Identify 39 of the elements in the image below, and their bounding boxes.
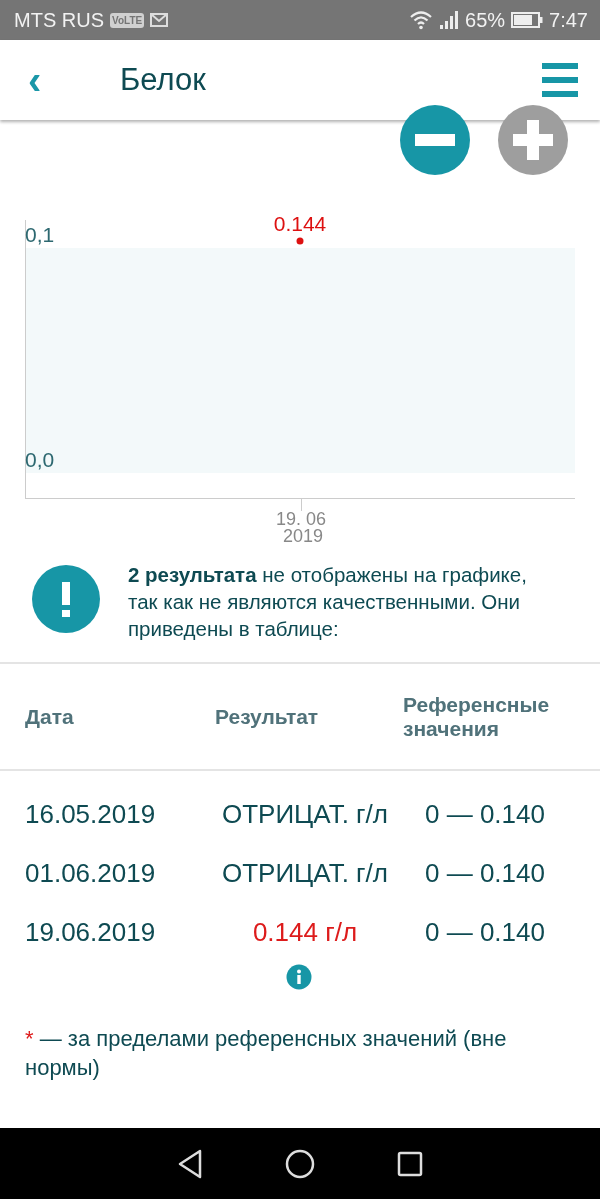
reference-cell-text: 0 — 0.140 [424,917,546,948]
column-header: Дата [25,704,75,729]
battery-percent: 65% [465,8,506,32]
mail-icon [150,13,169,27]
battery-icon [511,12,544,28]
recents-icon[interactable] [397,1150,423,1177]
reference-cell-text: 0 — 0.140 [424,858,546,889]
date-cell-text: 01.06.2019 [25,858,157,889]
y-axis-label: 0,1 [25,223,55,246]
page-title: Белок [120,62,207,98]
warning-icon [32,565,100,633]
back-button[interactable]: ‹ [28,60,68,100]
data-label: 0.144 [273,215,327,235]
carrier-name: MTS RUS [14,8,104,32]
result-cell-text: 0.144 г/л [251,917,359,948]
result-cell-text: ОТРИЦАТ. г/л [221,799,389,830]
column-header: Референсные значения [403,692,551,741]
wifi-icon [409,10,434,30]
y-axis-label: 0,0 [25,448,55,471]
date-cell-text: 19.06.2019 [25,917,157,948]
signal-icon [439,11,460,29]
x-tick-label: 19. 06 [276,509,326,529]
back-nav-icon[interactable] [177,1148,203,1179]
home-icon[interactable] [285,1148,315,1179]
menu-button[interactable] [542,63,578,97]
x-tick [301,497,302,512]
x-tick-label: 2019 [283,526,323,545]
info-icon[interactable] [286,964,312,990]
date-cell-text: 16.05.2019 [25,799,157,830]
minus-icon [415,134,455,146]
volte-badge: VoLTE [110,12,145,28]
data-point [296,237,304,245]
reference-cell-text: 0 — 0.140 [424,799,546,830]
footnote-text: * — за пределами референсных значений (вне нормы) [25,1025,508,1082]
result-cell-text: ОТРИЦАТ. г/л [221,858,389,889]
plus-icon [513,120,553,160]
column-header: Результат [215,704,320,729]
clock: 7:47 [549,8,588,32]
notice-text: 2 результата не отображены на графике, так как не являются качественными. Они приведены в таблице: [128,562,528,642]
